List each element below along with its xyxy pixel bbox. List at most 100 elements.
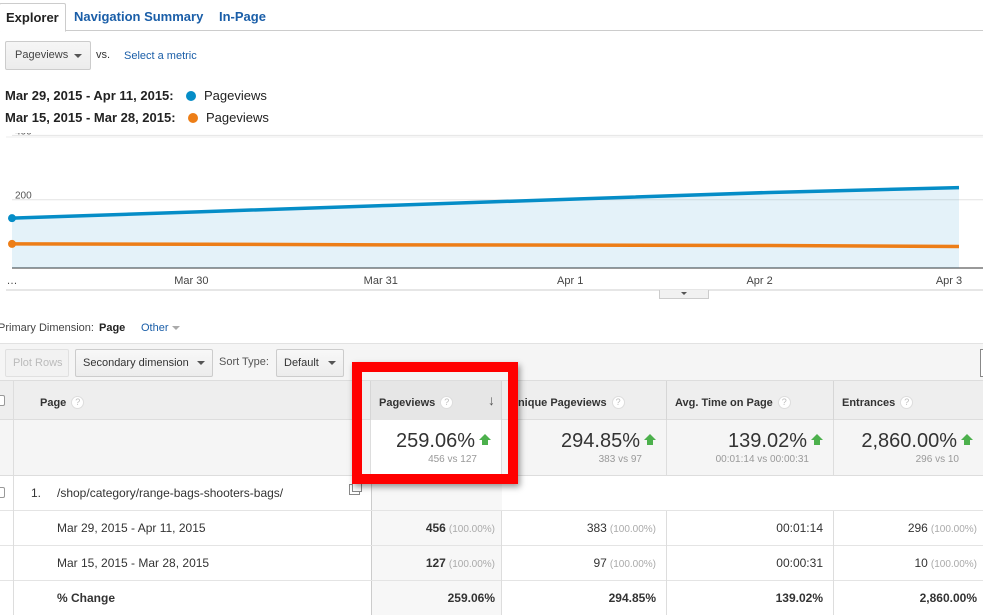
chevron-down-icon [74, 54, 82, 58]
table-toolbar: Plot Rows Secondary dimension Sort Type:… [0, 343, 983, 380]
legend-date-range: Mar 15, 2015 - Mar 28, 2015: [5, 110, 176, 125]
help-icon[interactable]: ? [71, 396, 85, 409]
summary-label-cell [0, 420, 371, 476]
column-label: Unique Pageviews [510, 397, 607, 409]
sort-descending-icon: ↓ [488, 392, 495, 408]
legend-item-current: Mar 29, 2015 - Apr 11, 2015: Pageviews [5, 88, 267, 104]
percent-change-label: % Change [57, 591, 116, 605]
x-tick-label: Mar 31 [364, 275, 398, 287]
help-icon[interactable]: ? [900, 396, 914, 409]
chevron-down-icon [681, 292, 687, 295]
chart-resize-handle[interactable] [659, 290, 709, 299]
avg-time-cell: 00:01:14 [667, 511, 834, 546]
summary-unique-pageviews: 294.85% 383 vs 97 [502, 420, 667, 476]
select-all-column [0, 381, 14, 421]
select-metric-link[interactable]: Select a metric [124, 50, 197, 62]
other-label: Other [141, 322, 169, 334]
avg-time-cell: 00:00:31 [667, 546, 834, 581]
unique-pageviews-cell: 383 (100.00%) [502, 511, 667, 546]
left-column-divider [13, 380, 14, 615]
help-icon[interactable]: ? [440, 396, 454, 409]
y-tick-label: 400 [15, 133, 32, 137]
table-subrow-change: % Change 259.06% 294.85% 139.02% 2,860.0… [0, 581, 983, 615]
primary-dimension-page[interactable]: Page [99, 322, 125, 334]
summary-pageviews: 259.06% 456 vs 127 [371, 420, 502, 476]
tab-explorer[interactable]: Explorer [0, 3, 66, 32]
metric-dropdown-value: Pageviews [15, 49, 69, 61]
date-range-label: Mar 29, 2015 - Apr 11, 2015 [57, 521, 206, 535]
value: 456 [425, 521, 446, 535]
unique-pageviews-cell: 97 (100.00%) [502, 546, 667, 581]
column-header-entrances[interactable]: Entrances? [834, 381, 983, 421]
x-tick-label: Apr 2 [746, 275, 772, 287]
value: 10 [914, 556, 928, 570]
entrances-cell: 296 (100.00%) [834, 511, 983, 546]
tab-navigation-summary[interactable]: Navigation Summary [68, 3, 209, 31]
pageviews-cell: 456 (100.00%) [371, 511, 502, 546]
series-point-1 [8, 239, 16, 248]
sort-type-label: Sort Type: [219, 356, 269, 368]
secondary-dimension-label: Secondary dimension [83, 357, 189, 369]
arrow-up-icon [811, 434, 823, 446]
value: 296 [907, 521, 928, 535]
secondary-dimension-dropdown[interactable]: Secondary dimension [75, 349, 213, 377]
date-range-label: Mar 15, 2015 - Mar 28, 2015 [57, 556, 210, 570]
percent: (100.00%) [609, 524, 656, 535]
legend-dot-icon [188, 113, 198, 123]
table-header: Page? Pageviews? ↓ Unique Pageviews? Avg… [0, 380, 983, 421]
column-label: Pageviews [379, 397, 436, 409]
select-all-checkbox[interactable] [0, 395, 5, 406]
percent: (100.00%) [930, 559, 977, 570]
summary-compare: 00:01:14 vs 00:00:31 [715, 454, 809, 465]
x-tick-label: … [7, 275, 18, 287]
summary-compare: 296 vs 10 [915, 454, 959, 465]
value: 00:01:14 [776, 521, 823, 535]
table-subrow-previous: Mar 15, 2015 - Mar 28, 2015 127 (100.00%)… [0, 546, 983, 581]
arrow-up-icon [644, 434, 656, 446]
summary-row: 259.06% 456 vs 127 294.85% 383 vs 97 139… [0, 420, 983, 476]
metric-dropdown[interactable]: Pageviews [5, 41, 91, 70]
report-tabs: Explorer Navigation Summary In-Page [0, 0, 983, 32]
tab-in-page[interactable]: In-Page [213, 3, 272, 31]
summary-change: 259.06% [396, 430, 475, 452]
value: 97 [593, 556, 607, 570]
table-row: 1. /shop/category/range-bags-shooters-ba… [0, 476, 983, 511]
column-header-page[interactable]: Page? [14, 381, 371, 421]
arrow-up-icon [961, 434, 973, 446]
summary-compare: 456 vs 127 [428, 454, 477, 465]
help-icon[interactable]: ? [611, 396, 625, 409]
y-tick-label: 200 [15, 191, 32, 202]
column-header-unique-pageviews[interactable]: Unique Pageviews? [502, 381, 667, 421]
unique-pageviews-cell: 294.85% [502, 581, 667, 615]
external-link-icon[interactable] [349, 482, 362, 495]
legend-item-previous: Mar 15, 2015 - Mar 28, 2015: Pageviews [5, 110, 269, 126]
legend-dot-icon [186, 91, 196, 101]
column-header-avg-time-on-page[interactable]: Avg. Time on Page? [667, 381, 834, 421]
summary-change: 2,860.00% [861, 430, 957, 452]
column-header-pageviews[interactable]: Pageviews? ↓ [371, 381, 502, 421]
chevron-down-icon [328, 361, 336, 365]
avg-time-cell: 139.02% [667, 581, 834, 615]
arrow-up-icon [479, 434, 491, 446]
value: 383 [586, 521, 607, 535]
column-label: Entrances [842, 397, 896, 409]
primary-dimension-other[interactable]: Other [141, 322, 180, 334]
legend-metric: Pageviews [204, 88, 267, 103]
pageviews-cell: 127 (100.00%) [371, 546, 502, 581]
sort-type-value: Default [284, 357, 319, 369]
sort-type-dropdown[interactable]: Default [276, 349, 344, 377]
entrances-cell: 2,860.00% [919, 591, 977, 605]
row-checkbox[interactable] [0, 487, 5, 498]
pageviews-line-chart[interactable]: 200 400 … Mar 30 Mar 31 Apr 1 Apr 2 Apr 3 [0, 133, 983, 301]
percent: (100.00%) [930, 524, 977, 535]
plot-rows-button[interactable]: Plot Rows [5, 349, 69, 377]
help-icon[interactable]: ? [777, 396, 791, 409]
x-tick-label: Mar 30 [174, 275, 208, 287]
summary-avg-time-on-page: 139.02% 00:01:14 vs 00:00:31 [667, 420, 834, 476]
chevron-down-icon [197, 361, 205, 365]
page-path-link[interactable]: /shop/category/range-bags-shooters-bags/ [57, 476, 283, 511]
x-tick-label: Apr 1 [557, 275, 583, 287]
vs-label: vs. [96, 49, 111, 61]
primary-dimension-label: Primary Dimension: [0, 322, 94, 334]
percent: (100.00%) [448, 524, 495, 535]
